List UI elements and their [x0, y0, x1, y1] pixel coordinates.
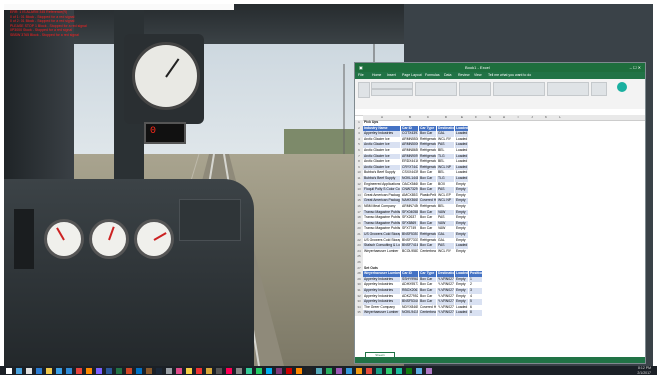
paste-button[interactable]	[358, 82, 370, 98]
quick-access-icon[interactable]: ▣	[359, 63, 363, 72]
game-icon[interactable]	[256, 367, 262, 374]
ribbon-tab-0[interactable]: File	[358, 72, 364, 79]
ribbon-tab-5[interactable]: Data	[444, 72, 451, 79]
table-row[interactable]: 35 Weyerhaeuser Lumber NOKL9415 Centerbeam Y…	[355, 310, 645, 316]
number-group[interactable]	[459, 82, 491, 96]
feedback-icon[interactable]	[426, 367, 432, 374]
alignment-group[interactable]	[415, 82, 457, 96]
cell[interactable]: Centerbeam	[419, 310, 437, 316]
styles-group[interactable]	[493, 82, 545, 96]
cell[interactable]: 8	[469, 310, 483, 316]
taskbar: 8:12 PM 2/1/2017	[0, 366, 657, 375]
cell[interactable]: Weyerhaeuser Lumber	[363, 310, 401, 316]
sports-icon[interactable]	[376, 367, 382, 374]
excel-window[interactable]: ▣ Book1 - Excel – ☐ ✕ File Home Insert Page…	[354, 62, 646, 364]
cell[interactable]: Loaded	[455, 310, 469, 316]
train-icon[interactable]	[146, 367, 152, 374]
paint-icon[interactable]	[176, 367, 182, 374]
window-controls[interactable]: – ☐ ✕	[630, 63, 641, 72]
powerpoint-icon[interactable]	[126, 367, 132, 374]
xbox-icon[interactable]	[406, 367, 412, 374]
onenote-icon[interactable]	[276, 367, 282, 374]
acrobat-icon[interactable]	[286, 367, 292, 374]
ribbon-tab-4[interactable]: Formulas	[425, 72, 440, 79]
speedometer-gauge	[132, 42, 200, 110]
money-icon[interactable]	[386, 367, 392, 374]
settings-icon[interactable]	[166, 367, 172, 374]
cells-group[interactable]	[547, 82, 589, 96]
photos-icon[interactable]	[96, 367, 102, 374]
ribbon-tab-6[interactable]: Review	[458, 72, 469, 79]
task-view-icon[interactable]	[26, 367, 32, 374]
store-icon[interactable]	[56, 367, 62, 374]
throttle-handle[interactable]	[14, 209, 34, 269]
weather-icon[interactable]	[356, 367, 362, 374]
ribbon-tab-3[interactable]: Page Layout	[402, 72, 422, 79]
media-icon[interactable]	[196, 367, 202, 374]
control-stand[interactable]	[179, 199, 241, 241]
taskbar-clock[interactable]: 8:12 PM 2/1/2017	[637, 366, 651, 375]
ribbon-tab-1[interactable]: Home	[372, 72, 381, 79]
ribbon-tab-8[interactable]: Tell me what you want to do	[488, 72, 531, 79]
ribbon-tab-2[interactable]: Insert	[387, 72, 396, 79]
digital-readout: 0	[144, 122, 186, 144]
clock-date: 2/1/2017	[637, 370, 651, 375]
camera-icon[interactable]	[216, 367, 222, 374]
phone-icon[interactable]	[396, 367, 402, 374]
cloud-icon[interactable]	[316, 367, 322, 374]
notes-icon[interactable]	[186, 367, 192, 374]
folder-icon[interactable]	[206, 367, 212, 374]
desktop: 0 ERR: 1 IS ALARM 345 Reference(R) 0 of …	[4, 4, 653, 366]
mail-icon[interactable]	[66, 367, 72, 374]
edge-icon[interactable]	[36, 367, 42, 374]
share-icon[interactable]	[617, 82, 627, 92]
air-gauge	[134, 219, 174, 259]
clock-time: 8:12 PM	[637, 366, 651, 370]
brake-gauge-1	[44, 219, 84, 259]
steam-icon[interactable]	[156, 367, 162, 374]
row-number[interactable]: 35	[355, 310, 363, 316]
explorer-icon[interactable]	[46, 367, 52, 374]
cell[interactable]: Y-VRN0271 WL	[437, 310, 455, 316]
brake-gauge-2	[89, 219, 129, 259]
people-icon[interactable]	[336, 367, 342, 374]
search-icon[interactable]	[16, 367, 22, 374]
train-simulator-window[interactable]: 0 ERR: 1 IS ALARM 345 Reference(R) 0 of …	[4, 4, 404, 366]
font-format-buttons[interactable]	[371, 89, 413, 96]
help-icon[interactable]	[416, 367, 422, 374]
calendar-icon[interactable]	[346, 367, 352, 374]
chrome-icon[interactable]	[76, 367, 82, 374]
calc-icon[interactable]	[236, 367, 242, 374]
ribbon-tabs: File Home Insert Page Layout Formulas Data Rev…	[355, 72, 645, 79]
excel-title: Book1 - Excel	[465, 65, 490, 70]
terminal-icon[interactable]	[306, 367, 312, 374]
ribbon	[355, 79, 645, 110]
shield-icon[interactable]	[326, 367, 332, 374]
news-icon[interactable]	[366, 367, 372, 374]
map-icon[interactable]	[246, 367, 252, 374]
font-selector[interactable]	[371, 82, 413, 89]
music-icon[interactable]	[226, 367, 232, 374]
firefox-icon[interactable]	[86, 367, 92, 374]
ribbon-tab-7[interactable]: View	[474, 72, 482, 79]
start-icon[interactable]	[6, 367, 12, 374]
spreadsheet-grid[interactable]: 1 Pick Ups 2 Industry Name Car ID Car Type Des…	[355, 120, 645, 363]
speedometer-needle	[165, 58, 180, 78]
skype-icon[interactable]	[266, 367, 272, 374]
excel-icon[interactable]	[116, 367, 122, 374]
outlook-icon[interactable]	[136, 367, 142, 374]
cell[interactable]: NOKL9415	[401, 310, 419, 316]
sim-message-overlay: ERR: 1 IS ALARM 345 Reference(R) 0 of 1:…	[10, 10, 87, 37]
editing-group[interactable]	[591, 82, 607, 96]
word-icon[interactable]	[106, 367, 112, 374]
vlc-icon[interactable]	[296, 367, 302, 374]
excel-title-bar: ▣ Book1 - Excel – ☐ ✕	[355, 63, 645, 72]
control-console	[4, 179, 254, 366]
excel-status-bar	[355, 357, 645, 363]
